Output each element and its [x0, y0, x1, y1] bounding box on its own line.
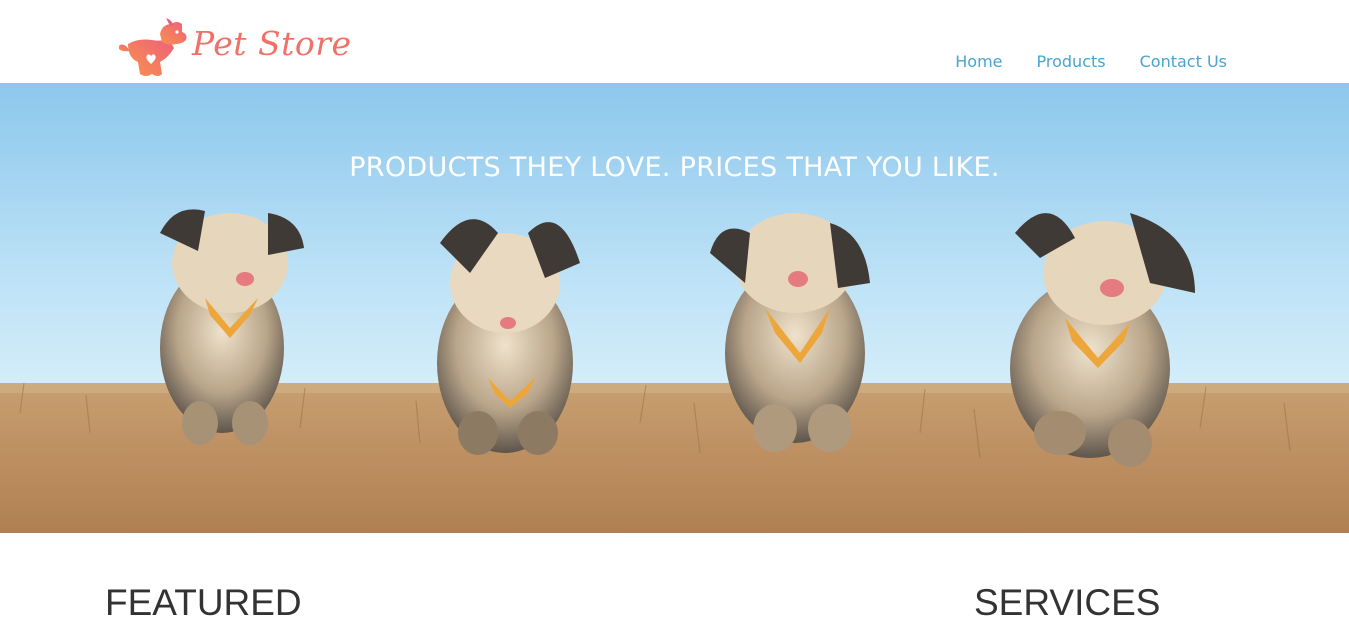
- nav-home-link[interactable]: Home: [955, 50, 1002, 74]
- services-heading: SERVICES: [974, 582, 1161, 623]
- nav-contact-link[interactable]: Contact Us: [1140, 50, 1227, 74]
- logo-link[interactable]: Pet Store: [116, 18, 351, 80]
- dog-logo-icon: [118, 18, 187, 76]
- featured-heading: FEATURED: [105, 582, 302, 623]
- hero-tagline: PRODUCTS THEY LOVE. PRICES THAT YOU LIKE…: [349, 152, 1000, 183]
- brand-name: Pet Store: [192, 24, 352, 63]
- nav-products-link[interactable]: Products: [1037, 50, 1106, 74]
- site-header: Pet Store Home Products Contact Us: [0, 0, 1349, 83]
- main-nav: Home Products Contact Us: [955, 50, 1227, 74]
- hero-banner: PRODUCTS THEY LOVE. PRICES THAT YOU LIKE…: [0, 83, 1349, 533]
